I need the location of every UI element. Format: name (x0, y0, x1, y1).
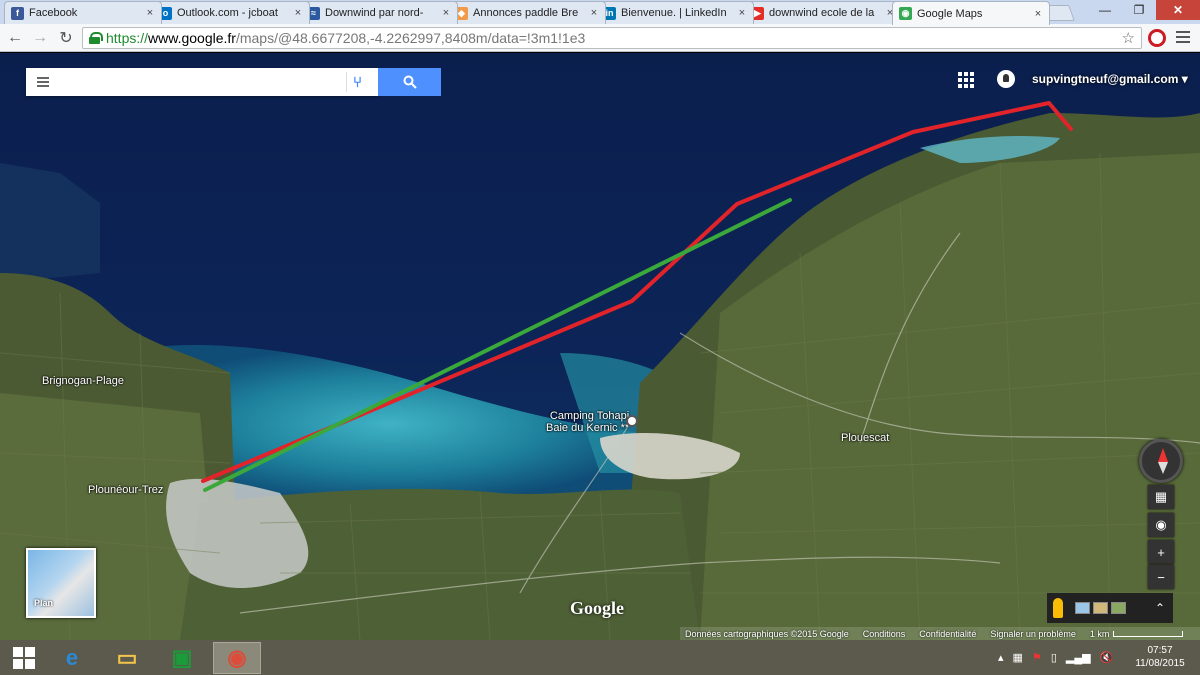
tab-title: Google Maps (917, 7, 983, 20)
compass-icon[interactable] (1139, 439, 1183, 483)
start-button[interactable] (0, 642, 48, 674)
reload-button[interactable]: ↻ (56, 28, 76, 48)
minimize-button[interactable]: — (1090, 0, 1120, 20)
browser-toolbar: ← → ↻ https://www.google.fr/maps/@48.667… (0, 24, 1200, 52)
address-bar[interactable]: https://www.google.fr/maps/@48.6677208,-… (82, 27, 1142, 49)
close-window-button[interactable]: ✕ (1156, 0, 1200, 20)
apps-grid-icon[interactable] (958, 72, 974, 88)
taskbar-clock[interactable]: 07:57 11/08/2015 (1130, 644, 1190, 670)
tilt-grid-button[interactable]: ▦ (1148, 485, 1174, 509)
browser-tab[interactable]: ◉ Google Maps × (892, 1, 1050, 25)
chrome-icon: ◉ (227, 645, 247, 670)
taskbar-app-button[interactable]: ▭ (103, 642, 151, 674)
account-menu[interactable]: supvingtneuf@gmail.com ▾ (1032, 72, 1188, 86)
place-label-camping[interactable]: Camping Tohapi Baie du Kernic ** (546, 410, 629, 434)
map-footer: Données cartographiques ©2015 Google Con… (680, 627, 1200, 640)
place-label-brignogan[interactable]: Brignogan-Plage (42, 375, 124, 387)
hamburger-menu-icon[interactable] (37, 77, 49, 87)
notifications-bell-icon[interactable] (997, 70, 1015, 88)
satellite-imagery (0, 53, 1200, 640)
tab-title: Annonces paddle Bre (473, 7, 579, 19)
facebook-icon: f (11, 6, 24, 20)
action-center-icon[interactable]: ▦ (1013, 651, 1023, 664)
tab-title: Facebook (29, 7, 78, 19)
browser-tab[interactable]: o Outlook.com - jcboat × (152, 1, 310, 24)
windows-taskbar: e ▭ ▣ ◉ ▴ ▦ ⚑ ▯ ▂▄▆ 🔇 07:57 11/08/2015 (0, 640, 1200, 675)
report-problem-link[interactable]: Signaler un problème (990, 629, 1076, 639)
tab-title: Outlook.com - jcboat (177, 7, 278, 19)
expand-chevron-icon[interactable]: ⌃ (1155, 601, 1165, 615)
system-tray: ▴ ▦ ⚑ ▯ ▂▄▆ 🔇 (998, 640, 1113, 675)
back-button[interactable]: ← (5, 28, 25, 48)
google-maps-icon: ◉ (899, 7, 912, 20)
tab-title: downwind ecole de la (769, 7, 875, 19)
imagery-thumb-2[interactable] (1093, 602, 1108, 614)
browser-tab[interactable]: ▶ downwind ecole de la × (744, 1, 902, 24)
directions-icon[interactable]: ⑂ (346, 72, 368, 92)
browser-tab[interactable]: in Bienvenue. | LinkedIn × (596, 1, 754, 24)
maximize-button[interactable]: ❐ (1124, 0, 1154, 20)
google-logo: Google (570, 598, 624, 618)
forward-button[interactable]: → (30, 28, 50, 48)
place-label-plouneour-trez[interactable]: Plounéour-Trez (88, 484, 163, 496)
maps-search-box[interactable]: ⑂ (26, 68, 378, 96)
zoom-in-button[interactable]: + (1148, 540, 1174, 564)
conditions-link[interactable]: Conditions (863, 629, 906, 639)
map-viewport[interactable]: ⑂ supvingtneuf@gmail.com ▾ Brignogan-Pla… (0, 53, 1200, 640)
chrome-menu-icon[interactable] (1176, 31, 1190, 45)
zoom-out-button[interactable]: − (1148, 565, 1174, 589)
browser-tab[interactable]: ◆ Annonces paddle Bre × (448, 1, 606, 24)
tab-close-icon[interactable]: × (143, 7, 157, 19)
scale-bar[interactable]: 1 km (1090, 629, 1184, 639)
search-button[interactable] (378, 68, 441, 96)
tab-title: Bienvenue. | LinkedIn (621, 7, 727, 19)
browser-tab[interactable]: ≈ Downwind par nord- × (300, 1, 458, 24)
privacy-link[interactable]: Confidentialité (919, 629, 976, 639)
browser-tab-strip: f Facebook × o Outlook.com - jcboat × ≈ Downwin… (0, 0, 1200, 25)
battery-icon[interactable]: ▯ (1051, 651, 1057, 664)
file-explorer-icon: ▭ (116, 645, 138, 670)
search-icon (403, 75, 417, 89)
tab-close-icon[interactable]: × (735, 7, 749, 19)
extension-icon[interactable] (1148, 29, 1166, 47)
imagery-thumb-3[interactable] (1111, 602, 1126, 614)
maps-search-input[interactable] (58, 72, 338, 92)
taskbar-app-button[interactable]: ▣ (158, 642, 206, 674)
copyright-text: Données cartographiques ©2015 Google (685, 628, 849, 639)
url-path: /maps/@48.6677208,-4.2262997,8408m/data=… (235, 30, 586, 46)
imagery-thumb-1[interactable] (1075, 602, 1090, 614)
tab-close-icon[interactable]: × (1031, 8, 1045, 20)
clock-time: 07:57 (1147, 645, 1173, 656)
map-type-label: Plan (34, 598, 54, 608)
store-icon: ▣ (171, 645, 193, 670)
windows-logo-icon (13, 647, 35, 669)
volume-muted-icon[interactable]: 🔇 (1100, 651, 1114, 664)
place-label-plouescat[interactable]: Plouescat (841, 432, 889, 444)
camping-marker-icon[interactable] (626, 415, 638, 427)
tab-title: Downwind par nord- (325, 7, 424, 19)
imagery-controls: ⌃ (1047, 593, 1173, 623)
clock-date: 11/08/2015 (1135, 658, 1185, 669)
tab-close-icon[interactable]: × (291, 7, 305, 19)
signal-strength-icon[interactable]: ▂▄▆ (1066, 651, 1091, 664)
taskbar-app-button[interactable]: e (48, 642, 96, 674)
network-status-icon[interactable]: ⚑ (1032, 651, 1042, 664)
my-location-button[interactable]: ◉ (1148, 513, 1174, 537)
internet-explorer-icon: e (65, 645, 79, 670)
map-type-toggle[interactable]: Plan (26, 548, 96, 618)
lock-icon (89, 32, 103, 44)
tab-close-icon[interactable]: × (587, 7, 601, 19)
url-protocol: https:// (106, 30, 149, 46)
taskbar-app-button[interactable]: ◉ (213, 642, 261, 674)
browser-tab[interactable]: f Facebook × (4, 1, 162, 24)
show-hidden-icons-icon[interactable]: ▴ (998, 651, 1004, 664)
pegman-icon[interactable] (1053, 598, 1063, 618)
url-host: www.google.fr (148, 30, 236, 46)
bookmark-star-icon[interactable]: ☆ (1122, 29, 1135, 47)
tab-close-icon[interactable]: × (439, 7, 453, 19)
